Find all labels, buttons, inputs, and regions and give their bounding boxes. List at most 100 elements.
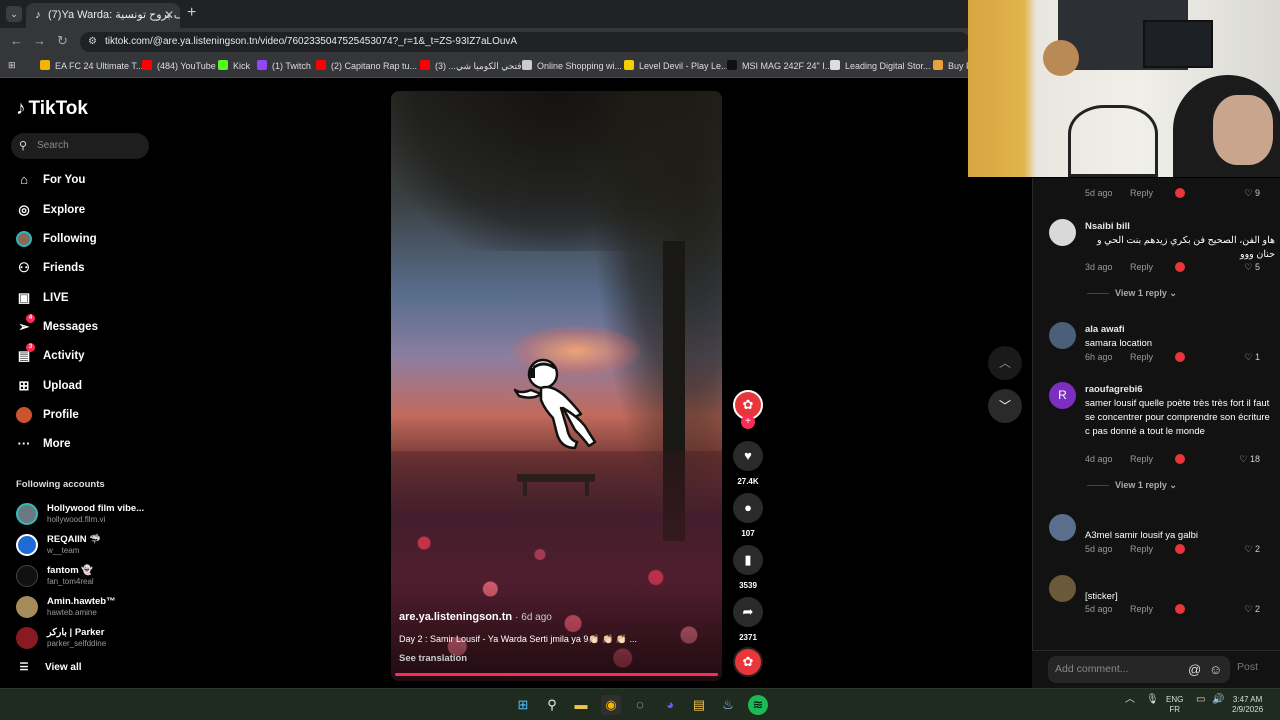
comment-username[interactable]: Nsaibi bill bbox=[1085, 221, 1130, 232]
chrome-icon[interactable]: ◉ bbox=[601, 695, 621, 715]
app-icon[interactable]: ◌ bbox=[630, 695, 650, 715]
nav-upload[interactable]: ⊞ Upload bbox=[16, 375, 82, 397]
following-account[interactable]: باركر | Parker parker_selfddine bbox=[16, 625, 166, 653]
view-replies-button[interactable]: View 1 reply ⌄ bbox=[1087, 288, 1177, 299]
bookmark-favicon-icon bbox=[830, 60, 840, 70]
following-account[interactable]: Hollywood film vibe... hollywood.fllm.vi bbox=[16, 501, 166, 529]
emoji-icon[interactable]: ☺ bbox=[1209, 656, 1222, 683]
reply-button[interactable]: Reply bbox=[1130, 188, 1153, 198]
heart-icon[interactable]: ♥ bbox=[733, 441, 763, 471]
comment-like-button[interactable]: ♡ 1 bbox=[1244, 352, 1260, 363]
view-replies-button[interactable]: View 1 reply ⌄ bbox=[1087, 480, 1177, 491]
forward-icon[interactable]: → bbox=[33, 33, 46, 48]
nav-for-you[interactable]: ⌂ For You bbox=[16, 169, 85, 191]
see-translation-link[interactable]: See translation bbox=[399, 653, 467, 664]
microphone-icon[interactable]: 🎙 bbox=[1146, 695, 1159, 705]
reload-icon[interactable]: ↻ bbox=[57, 33, 68, 49]
volume-icon[interactable]: 🔊 bbox=[1212, 695, 1224, 705]
video-progress-bar[interactable] bbox=[395, 673, 718, 676]
windows-start-icon[interactable]: ⊞ bbox=[513, 695, 533, 715]
bookmark-icon[interactable]: ▮ bbox=[733, 545, 763, 575]
site-info-icon[interactable]: ⚙ bbox=[88, 32, 97, 52]
share-icon[interactable]: ➦ bbox=[733, 597, 763, 627]
add-comment-bar: Add comment... @ ☺ Post bbox=[1032, 650, 1280, 688]
tab-search-button[interactable]: ⌄ bbox=[6, 6, 22, 22]
nav-live[interactable]: ▣ LIVE bbox=[16, 287, 69, 309]
reply-button[interactable]: Reply bbox=[1130, 262, 1153, 272]
avatar[interactable] bbox=[1049, 514, 1076, 541]
nav-activity[interactable]: ▤ 3 Activity bbox=[16, 343, 85, 367]
video-player[interactable]: are.ya.listeningson.tn · 6d ago Day 2 : … bbox=[391, 91, 722, 681]
browser-tab[interactable]: ♪ (7)Ya Warda: صيف بروح تونسية ✕ bbox=[26, 3, 180, 28]
comment-username[interactable]: raoufagrebi6 bbox=[1085, 384, 1143, 395]
comment-like-button[interactable]: ♡ 18 bbox=[1239, 454, 1260, 465]
comment-like-button[interactable]: ♡ 5 bbox=[1244, 262, 1260, 273]
following-account[interactable]: Amin.hawteb™ hawteb.amine bbox=[16, 594, 166, 622]
following-account[interactable]: fantom 👻 fan_tom4real bbox=[16, 563, 166, 591]
nav-messages[interactable]: ➢ 4 Messages bbox=[16, 314, 98, 338]
bookmark-item[interactable]: Leading Digital Stor... bbox=[830, 60, 931, 71]
bookmark-item[interactable]: (484) YouTube bbox=[142, 60, 216, 71]
mention-icon[interactable]: @ bbox=[1188, 656, 1201, 683]
bookmark-item[interactable]: Level Devil - Play Le... bbox=[624, 60, 729, 71]
avatar[interactable] bbox=[1049, 219, 1076, 246]
reply-button[interactable]: Reply bbox=[1130, 604, 1153, 614]
following-account[interactable]: REQAIIN 🦈 w__team bbox=[16, 532, 166, 560]
avatar[interactable] bbox=[1049, 575, 1076, 602]
avatar[interactable]: R bbox=[1049, 382, 1076, 409]
tiktok-logo[interactable]: ♪ TikTok bbox=[16, 98, 88, 120]
bookmark-item[interactable]: (2) Capitano Rap tu... bbox=[316, 60, 417, 71]
comment-like-button[interactable]: ♡ 9 bbox=[1244, 188, 1260, 199]
add-comment-input[interactable]: Add comment... @ ☺ bbox=[1048, 656, 1230, 683]
notes-icon[interactable]: ▤ bbox=[689, 695, 709, 715]
search-input[interactable]: ⚲ Search bbox=[11, 133, 149, 159]
file-explorer-icon[interactable]: ▬ bbox=[571, 695, 591, 715]
post-comment-button[interactable]: Post bbox=[1237, 661, 1258, 673]
nav-profile[interactable]: Profile bbox=[16, 404, 79, 426]
comment-icon[interactable]: ● bbox=[733, 493, 763, 523]
nav-more[interactable]: ··· More bbox=[16, 433, 71, 455]
language-indicator[interactable]: ENG FR bbox=[1166, 695, 1183, 715]
avatar[interactable] bbox=[1049, 322, 1076, 349]
bookmark-item[interactable]: Online Shopping wi... bbox=[522, 60, 622, 71]
comment-action[interactable]: ● 107 bbox=[733, 493, 763, 538]
bookmark-item[interactable]: فتحي الكوميا شي... (3) bbox=[420, 60, 522, 72]
sound-disc-button[interactable]: ✿ bbox=[733, 647, 763, 677]
bookmark-item[interactable]: (1) Twitch bbox=[257, 60, 311, 71]
bookmark-item[interactable]: MSI MAG 242F 24" I... bbox=[727, 60, 832, 71]
comment-username[interactable]: ala awafi bbox=[1085, 324, 1125, 335]
bookmark-item[interactable]: Buy P bbox=[933, 60, 972, 71]
previous-video-button[interactable]: ︿ bbox=[988, 346, 1022, 380]
discord-icon[interactable]: ◕ bbox=[660, 695, 680, 715]
tray-overflow-icon[interactable]: ︿ bbox=[1125, 695, 1135, 705]
spotify-icon[interactable]: ≋ bbox=[748, 695, 768, 715]
search-taskbar-icon[interactable]: ⚲ bbox=[542, 695, 562, 715]
comment-like-button[interactable]: ♡ 2 bbox=[1244, 604, 1260, 615]
url-field[interactable]: ⚙ tiktok.com/@are.ya.listeningson.tn/vid… bbox=[80, 32, 970, 52]
network-icon[interactable]: ▭ bbox=[1196, 695, 1205, 705]
bookmark-item[interactable]: Kick bbox=[218, 60, 250, 71]
close-tab-icon[interactable]: ✕ bbox=[164, 3, 174, 28]
video-tree bbox=[591, 91, 722, 511]
save-action[interactable]: ▮ 3539 bbox=[733, 545, 763, 590]
apps-icon[interactable]: ⊞ bbox=[8, 60, 16, 71]
bookmark-favicon-icon bbox=[727, 60, 737, 70]
back-icon[interactable]: ← bbox=[10, 33, 23, 48]
nav-friends[interactable]: ⚇ Friends bbox=[16, 257, 84, 279]
reply-button[interactable]: Reply bbox=[1130, 454, 1153, 464]
bookmark-item[interactable]: EA FC 24 Ultimate T... bbox=[40, 60, 143, 71]
reply-button[interactable]: Reply bbox=[1130, 352, 1153, 362]
nav-explore[interactable]: ◎ Explore bbox=[16, 199, 85, 221]
like-action[interactable]: ♥ 27.4K bbox=[733, 441, 763, 486]
follow-plus-button[interactable]: + bbox=[741, 415, 755, 429]
nav-following[interactable]: Following bbox=[16, 228, 97, 250]
comment-like-button[interactable]: ♡ 2 bbox=[1244, 544, 1260, 555]
clock[interactable]: 3:47 AM 2/9/2026 bbox=[1232, 695, 1263, 715]
reply-button[interactable]: Reply bbox=[1130, 544, 1153, 554]
steam-icon[interactable]: ♨ bbox=[718, 695, 738, 715]
video-author[interactable]: are.ya.listeningson.tn · 6d ago bbox=[399, 611, 552, 623]
new-tab-button[interactable]: + bbox=[187, 4, 196, 22]
next-video-button[interactable]: ﹀ bbox=[988, 389, 1022, 423]
share-action[interactable]: ➦ 2371 bbox=[733, 597, 763, 642]
view-all-link[interactable]: ☰ View all bbox=[16, 657, 82, 679]
